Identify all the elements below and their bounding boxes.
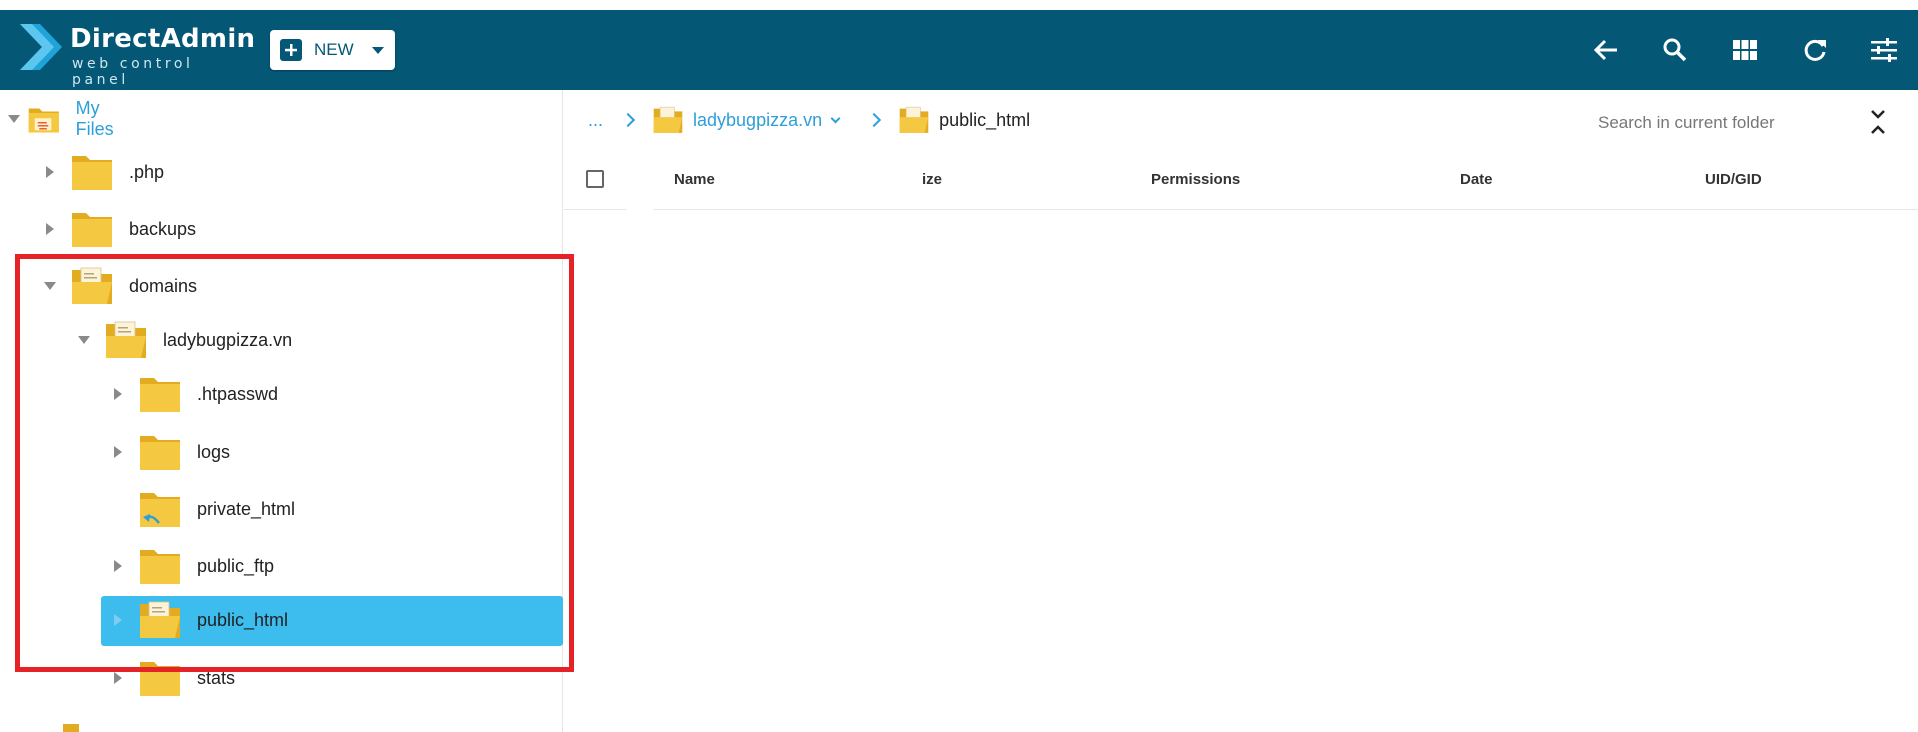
collapse-expand-icon[interactable] bbox=[1866, 108, 1890, 136]
folder-icon bbox=[140, 378, 180, 412]
tree-item-domains[interactable]: domains bbox=[43, 262, 197, 310]
tree-item-public-ftp[interactable]: public_ftp bbox=[111, 542, 274, 590]
tree-item-public-html[interactable]: public_html bbox=[111, 596, 288, 644]
column-header-uid-gid[interactable]: UID/GID bbox=[1705, 171, 1762, 188]
grid-view-icon[interactable] bbox=[1729, 34, 1761, 66]
folder-icon bbox=[63, 724, 79, 732]
tree-item-my-files[interactable]: My Files bbox=[8, 95, 126, 143]
tree-label-my-files: My Files bbox=[75, 98, 114, 139]
tree-item-domain[interactable]: ladybugpizza.vn bbox=[77, 316, 292, 364]
tree-label: ladybugpizza.vn bbox=[163, 329, 293, 350]
tree-item-htpasswd[interactable]: .htpasswd bbox=[111, 370, 278, 418]
folder-icon bbox=[72, 213, 112, 247]
directadmin-logo-icon bbox=[20, 24, 62, 70]
new-button[interactable]: NEW bbox=[270, 30, 395, 70]
folder-open-icon bbox=[140, 601, 180, 638]
collapse-arrow-icon[interactable] bbox=[77, 336, 91, 344]
file-list-panel: ... ladybugpizza.vn public_html Name ize… bbox=[564, 90, 1918, 732]
logo-subtitle: web control panel bbox=[72, 56, 194, 88]
expand-arrow-icon[interactable] bbox=[111, 560, 125, 572]
expand-arrow-icon[interactable] bbox=[43, 223, 57, 235]
folder-icon bbox=[72, 156, 112, 190]
breadcrumb-ellipsis[interactable]: ... bbox=[588, 110, 603, 131]
header-divider bbox=[654, 209, 1918, 210]
tree-item-php[interactable]: .php bbox=[43, 148, 164, 196]
search-icon[interactable] bbox=[1659, 34, 1691, 66]
logo-title: DirectAdmin bbox=[70, 24, 256, 54]
select-all-checkbox[interactable] bbox=[586, 170, 604, 188]
search-input[interactable] bbox=[1598, 110, 1838, 136]
tree-label: domains bbox=[129, 275, 198, 296]
chevron-right-icon bbox=[867, 112, 882, 128]
back-arrow-icon[interactable] bbox=[1590, 34, 1622, 66]
top-strip bbox=[0, 0, 1918, 10]
expand-arrow-icon[interactable] bbox=[111, 672, 125, 684]
tree-label: .htpasswd bbox=[197, 383, 279, 404]
expand-arrow-icon[interactable] bbox=[43, 166, 57, 178]
folder-symlink-icon bbox=[140, 493, 180, 527]
tree-label: stats bbox=[197, 667, 236, 688]
column-header-permissions[interactable]: Permissions bbox=[1151, 171, 1240, 188]
caret-down-icon bbox=[371, 46, 384, 54]
folder-icon bbox=[140, 662, 180, 696]
tree-item-logs[interactable]: logs bbox=[111, 428, 230, 476]
collapse-arrow-icon[interactable] bbox=[43, 282, 57, 290]
tree-label: public_ftp bbox=[197, 555, 275, 576]
tree-label: backups bbox=[129, 218, 197, 239]
folder-icon bbox=[140, 436, 180, 470]
folder-home-icon bbox=[28, 108, 59, 133]
tree-label: logs bbox=[197, 441, 231, 462]
breadcrumb-domain[interactable]: ladybugpizza.vn bbox=[693, 110, 822, 131]
chevron-down-icon[interactable] bbox=[830, 113, 841, 123]
column-header-date[interactable]: Date bbox=[1460, 171, 1493, 188]
folder-open-icon bbox=[72, 267, 112, 304]
tree-item-stats[interactable]: stats bbox=[111, 654, 235, 702]
expand-arrow-icon[interactable] bbox=[111, 388, 125, 400]
refresh-icon[interactable] bbox=[1799, 34, 1831, 66]
expand-arrow-icon[interactable] bbox=[111, 614, 125, 626]
logo[interactable]: DirectAdmin web control panel bbox=[18, 18, 255, 88]
collapse-arrow-icon[interactable] bbox=[8, 115, 20, 123]
tree-item-private-html[interactable]: private_html bbox=[111, 485, 295, 533]
column-header-size[interactable]: ize bbox=[922, 171, 942, 188]
column-header-name[interactable]: Name bbox=[674, 171, 715, 188]
header-divider bbox=[564, 209, 626, 210]
chevron-right-icon bbox=[620, 112, 636, 128]
tree-label: private_html bbox=[197, 498, 296, 519]
plus-icon bbox=[280, 39, 302, 61]
folder-open-icon bbox=[106, 321, 146, 358]
tree-label: public_html bbox=[197, 609, 289, 630]
tree-label: .php bbox=[129, 161, 165, 182]
tree-item-backups[interactable]: backups bbox=[43, 205, 196, 253]
folder-icon bbox=[140, 550, 180, 584]
settings-sliders-icon[interactable] bbox=[1868, 34, 1900, 66]
new-button-label: NEW bbox=[314, 40, 354, 59]
folder-open-icon bbox=[653, 106, 683, 133]
folder-open-icon bbox=[899, 106, 929, 133]
app-header: DirectAdmin web control panel NEW bbox=[0, 10, 1918, 90]
breadcrumb-current: public_html bbox=[939, 109, 1031, 130]
expand-arrow-icon[interactable] bbox=[111, 446, 125, 458]
